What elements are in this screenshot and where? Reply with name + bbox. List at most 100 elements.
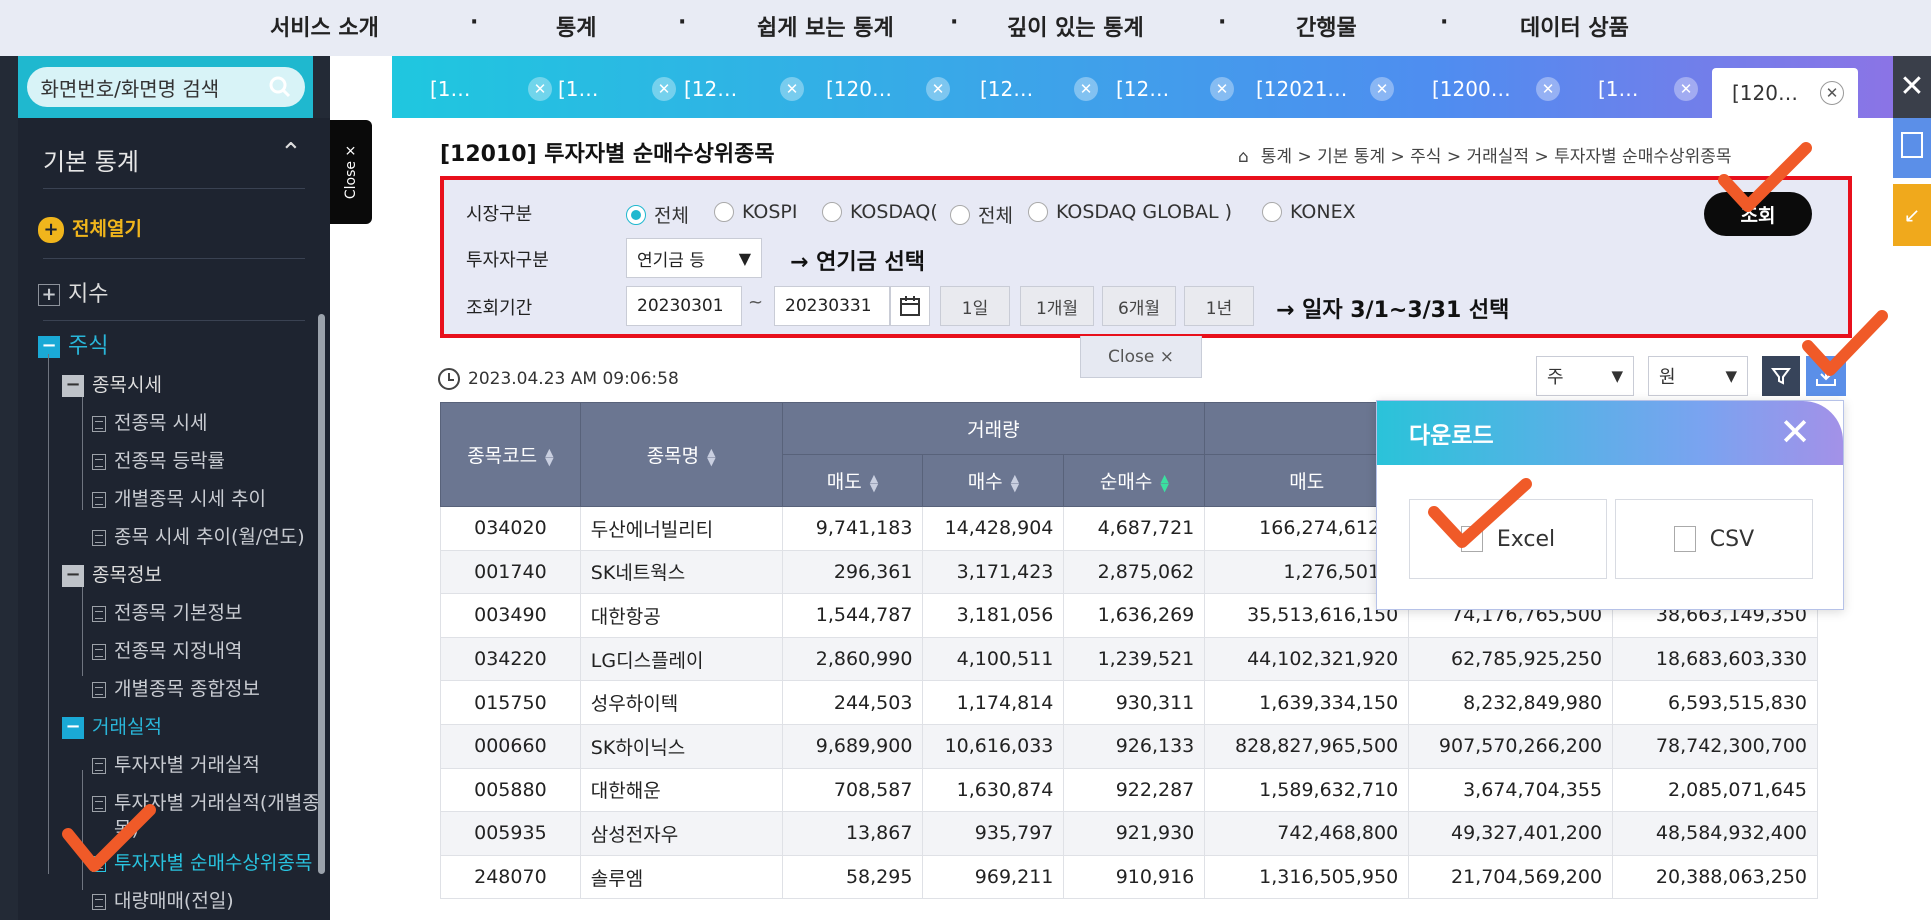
period-1day-button[interactable]: 1일: [940, 286, 1010, 326]
column-header-buy[interactable]: 매수 ▲ ▼: [922, 454, 1065, 507]
table-row[interactable]: 005935 삼성전자우 13,867 935,797 921,930 742,468,8…: [440, 811, 1818, 856]
nav-publications[interactable]: 간행물: [1296, 10, 1357, 42]
download-csv-button[interactable]: CSV: [1615, 499, 1813, 579]
table-cell: 44,102,321,920: [1204, 636, 1410, 682]
period-1month-button[interactable]: 1개월: [1020, 286, 1094, 326]
close-icon[interactable]: ✕: [652, 77, 676, 101]
window-icon[interactable]: [1893, 118, 1931, 178]
sidebar-group-price[interactable]: − 종목시세: [62, 370, 162, 397]
chevron-up-icon[interactable]: ⌃: [280, 138, 302, 168]
sidebar-item-price-change[interactable]: 전종목 등락률: [92, 446, 225, 473]
download-icon[interactable]: [1806, 356, 1846, 396]
tab[interactable]: [12… ✕: [980, 68, 1110, 110]
nav-deep-statistics[interactable]: 깊이 있는 통계: [1007, 10, 1144, 42]
market-radio-kosdaq[interactable]: KOSDAQ(: [822, 201, 938, 223]
screen-search-input[interactable]: 화면번호/화면명 검색: [26, 67, 305, 107]
sidebar-item-trade-net-top[interactable]: 투자자별 순매수상위종목: [92, 848, 312, 875]
sidebar-scrollbar[interactable]: [318, 314, 325, 874]
sidebar-item-info-designation[interactable]: 전종목 지정내역: [92, 636, 242, 663]
close-icon[interactable]: ✕: [1370, 77, 1394, 101]
sidebar-item-label-wrap[interactable]: 목): [114, 814, 139, 841]
share-unit-select[interactable]: 주 ▼: [1536, 356, 1634, 396]
close-icon[interactable]: ✕: [926, 77, 950, 101]
sidebar-item-trade-investor-indiv[interactable]: 투자자별 거래실적(개별종: [92, 788, 320, 815]
calendar-icon[interactable]: [890, 286, 930, 326]
column-header-sell[interactable]: 매도 ▲ ▼: [781, 454, 924, 507]
tab[interactable]: [1… ✕: [1598, 68, 1708, 110]
date-from-input[interactable]: 20230301: [626, 286, 742, 326]
home-icon[interactable]: ⌂: [1238, 147, 1249, 167]
nav-service-intro[interactable]: 서비스 소개: [270, 10, 379, 42]
sidebar-item-index[interactable]: + 지수: [38, 276, 108, 308]
close-icon[interactable]: ✕: [1674, 77, 1698, 101]
search-button[interactable]: 조회: [1704, 192, 1812, 236]
sidebar-item-info-basic[interactable]: 전종목 기본정보: [92, 598, 242, 625]
date-to-input[interactable]: 20230331: [774, 286, 890, 326]
close-icon[interactable]: ✕: [780, 77, 804, 101]
table-cell: 003490: [440, 593, 581, 638]
collapse-arrow-icon[interactable]: ↙: [1893, 184, 1931, 246]
close-icon[interactable]: ✕: [1893, 56, 1931, 118]
tab[interactable]: [120… ✕: [826, 68, 966, 110]
sidebar-item-info-summary[interactable]: 개별종목 종합정보: [92, 674, 260, 701]
table-cell: 921,930: [1063, 811, 1206, 856]
sidebar-item-label: 지수: [68, 282, 109, 307]
period-1year-button[interactable]: 1년: [1184, 286, 1254, 326]
sidebar-group-info[interactable]: − 종목정보: [62, 560, 162, 587]
close-icon[interactable]: ✕: [1210, 77, 1234, 101]
tab[interactable]: [12021… ✕: [1256, 68, 1406, 110]
table-cell: 2,085,071,645: [1612, 767, 1818, 813]
tab[interactable]: [1… ✕: [558, 68, 676, 110]
close-icon[interactable]: ✕: [528, 77, 552, 101]
table-cell: 005935: [440, 811, 581, 856]
column-header-code[interactable]: 종목코드 ▲ ▼: [440, 402, 581, 507]
table-cell: 907,570,266,200: [1408, 723, 1614, 769]
caret-down-icon: ▼: [1725, 367, 1737, 385]
sidebar-group-trade[interactable]: − 거래실적: [62, 712, 162, 739]
table-row[interactable]: 034220 LG디스플레이 2,860,990 4,100,511 1,239,521…: [440, 636, 1818, 682]
nav-easy-statistics[interactable]: 쉽게 보는 통계: [757, 10, 894, 42]
tab[interactable]: [12… ✕: [1116, 68, 1246, 110]
expand-all-button[interactable]: + 전체열기: [38, 214, 142, 243]
sidebar-item-label: 전종목 등락률: [114, 450, 225, 472]
table-row[interactable]: 248070 솔루엠 58,295 969,211 910,916 1,316,505,9…: [440, 854, 1818, 900]
sidebar-close-button[interactable]: Close ×: [330, 120, 372, 224]
investor-select[interactable]: 연기금 등 ▼: [626, 238, 762, 278]
market-radio-kospi[interactable]: KOSPI: [714, 201, 798, 223]
close-icon[interactable]: ✕: [1536, 77, 1560, 101]
market-radio-all[interactable]: 전체: [626, 201, 689, 228]
filter-icon[interactable]: [1762, 356, 1800, 396]
tab[interactable]: [1… ✕: [430, 68, 552, 110]
search-icon[interactable]: [269, 76, 291, 98]
nav-statistics[interactable]: 통계: [556, 10, 596, 42]
table-row[interactable]: 005880 대한해운 708,587 1,630,874 922,287 1,589,6…: [440, 767, 1818, 813]
divider: [43, 188, 305, 189]
market-radio-kosdaq-global[interactable]: KOSDAQ GLOBAL ): [1028, 201, 1232, 223]
sidebar-item-block-trade[interactable]: 대량매매(전일): [92, 886, 234, 913]
period-6month-button[interactable]: 6개월: [1102, 286, 1176, 326]
tab[interactable]: [1200… ✕: [1432, 68, 1582, 110]
minus-square-icon: −: [38, 336, 60, 358]
download-excel-button[interactable]: Excel: [1409, 499, 1607, 579]
tab[interactable]: [12… ✕: [684, 68, 814, 110]
radio-icon: [822, 202, 842, 222]
sidebar-item-trade-investor[interactable]: 투자자별 거래실적: [92, 750, 260, 777]
sidebar-item-price-trend[interactable]: 개별종목 시세 추이: [92, 484, 266, 511]
table-row[interactable]: 000660 SK하이닉스 9,689,900 10,616,033 926,133 82…: [440, 723, 1818, 769]
column-header-net[interactable]: 순매수 ▲ ▼: [1063, 454, 1206, 507]
radio-label: KOSDAQ GLOBAL ): [1056, 201, 1233, 223]
money-unit-select[interactable]: 원 ▼: [1648, 356, 1748, 396]
sidebar-item-price-trend-monthly[interactable]: 종목 시세 추이(월/연도): [92, 522, 305, 549]
table-row[interactable]: 015750 성우하이텍 244,503 1,174,814 930,311 1,639,…: [440, 680, 1818, 725]
sidebar-item-label: 전종목 시세: [114, 412, 208, 434]
column-header-name[interactable]: 종목명 ▲ ▼: [579, 402, 783, 507]
close-icon[interactable]: ✕: [1820, 81, 1844, 105]
nav-data-products[interactable]: 데이터 상품: [1520, 10, 1629, 42]
market-radio-konex[interactable]: KONEX: [1262, 201, 1356, 223]
market-radio-kosdaq-all[interactable]: 전체: [950, 201, 1013, 228]
filter-close-button[interactable]: Close ×: [1080, 336, 1202, 378]
sidebar-item-price-all[interactable]: 전종목 시세: [92, 408, 207, 435]
close-icon[interactable]: ✕: [1777, 413, 1813, 451]
close-icon[interactable]: ✕: [1074, 77, 1098, 101]
tab-active[interactable]: [120… ✕: [1712, 68, 1858, 118]
